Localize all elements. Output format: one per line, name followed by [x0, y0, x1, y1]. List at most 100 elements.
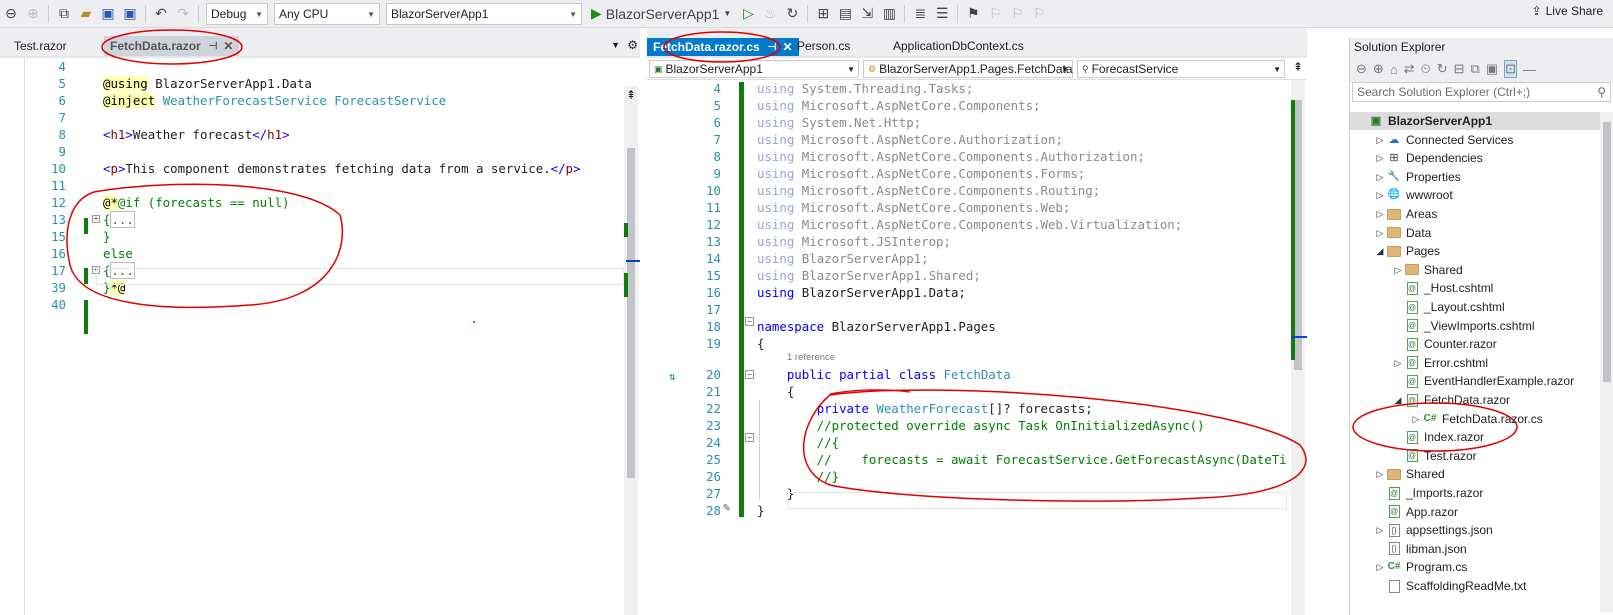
tree-item[interactable]: ScaffoldingReadMe.txt [1350, 577, 1600, 595]
back-icon[interactable]: ⊖ [2, 3, 20, 25]
home-icon[interactable]: ⌂ [1390, 62, 1398, 77]
collapsed-chevron-icon[interactable]: ▷ [1392, 261, 1404, 279]
compare-icon[interactable]: ▥ [880, 3, 898, 25]
left-vertical-scrollbar[interactable]: ⇞ ▼ [624, 86, 640, 615]
save-all-icon[interactable]: ▣ [121, 3, 139, 25]
bookmark-icon[interactable]: ⚑ [964, 3, 982, 25]
collapsed-chevron-icon[interactable]: ▷ [1374, 186, 1386, 204]
scrollbar-thumb[interactable] [627, 148, 635, 478]
tree-item[interactable]: ▣ BlazorServerApp1 [1350, 112, 1600, 130]
tree-item[interactable]: ▷ Data [1350, 224, 1600, 242]
tree-item[interactable]: @ Index.razor [1350, 428, 1600, 446]
collapse-all-icon[interactable]: ⊟ [1454, 61, 1465, 77]
collapsed-chevron-icon[interactable]: ▷ [1374, 131, 1386, 149]
save-icon[interactable]: ▣ [99, 3, 117, 25]
forward-icon[interactable]: ⊕ [24, 3, 42, 25]
split-icon[interactable]: ⇞ [626, 88, 636, 102]
pin-icon[interactable]: ⊣ [209, 41, 218, 52]
new-project-icon[interactable]: ⧉ [55, 3, 73, 25]
inheritance-icon[interactable]: ⇅ [669, 370, 676, 383]
step-icon[interactable]: ⇲ [858, 3, 876, 25]
properties-icon[interactable]: ▣ [1486, 61, 1498, 77]
tree-item[interactable]: ▷ C# FetchData.razor.cs [1350, 410, 1600, 428]
run-button[interactable]: ▶ BlazorServerApp1 ▼ [587, 3, 735, 25]
tree-item[interactable]: ▷ ☁ Connected Services [1350, 131, 1600, 149]
gear-icon[interactable]: ⚙ [627, 38, 638, 52]
startup-project-dropdown[interactable]: BlazorServerApp1 ▼ [386, 2, 582, 25]
redo-icon[interactable]: ↷ [174, 3, 192, 25]
more-icon[interactable]: — [1523, 62, 1536, 77]
right-code-area[interactable]: 4 using System.Threading.Tasks; 5 using Mic… [647, 80, 1291, 615]
collapsed-chevron-icon[interactable]: ▷ [1374, 149, 1386, 167]
tab-fetchdata-razor[interactable]: FetchData.razor ⊣ ✕ [104, 36, 240, 56]
browse-icon[interactable]: ⊞ [814, 3, 832, 25]
close-icon[interactable]: ✕ [223, 39, 233, 53]
copy-icon[interactable]: ⧉ [1471, 61, 1480, 77]
solution-explorer-scrollbar[interactable] [1600, 112, 1613, 612]
collapsed-chevron-icon[interactable]: ▷ [1392, 354, 1404, 372]
comment-icon[interactable]: ☰ [933, 3, 951, 25]
layout-icon[interactable]: ▤ [836, 3, 854, 25]
collapsed-chevron-icon[interactable]: ▷ [1374, 521, 1386, 539]
bookmark-prev-icon[interactable]: ⚐ [986, 3, 1004, 25]
bookmark-clear-icon[interactable]: ⚐ [1030, 3, 1048, 25]
expand-icon[interactable]: + [92, 215, 100, 223]
tree-item[interactable]: ▷ 🌐 wwwroot [1350, 186, 1600, 204]
back-icon[interactable]: ⊖ [1356, 61, 1367, 77]
platform-dropdown[interactable]: Any CPU ▼ [274, 2, 380, 25]
tree-item[interactable]: @ _ViewImports.cshtml [1350, 317, 1600, 335]
collapsed-chevron-icon[interactable]: ▷ [1374, 205, 1386, 223]
refresh-icon[interactable]: ↻ [783, 3, 801, 25]
tab-applicationdbcontext-cs[interactable]: ApplicationDbContext.cs [887, 36, 1030, 56]
codelens-references[interactable]: 1 reference [787, 352, 835, 364]
tab-person-cs[interactable]: Person.cs [791, 36, 856, 56]
switch-view-icon[interactable]: ⇄ [1404, 61, 1415, 77]
quick-action-icon[interactable]: ✎ [723, 500, 730, 514]
tree-item[interactable]: ▷{} appsettings.json [1350, 521, 1600, 539]
tree-item[interactable]: ▷ C# Program.cs [1350, 558, 1600, 576]
chevron-down-icon[interactable]: ▼ [611, 40, 620, 50]
tree-item[interactable]: @ Counter.razor [1350, 335, 1600, 353]
tree-item[interactable]: ▷ Shared [1350, 465, 1600, 483]
open-folder-icon[interactable]: ▰ [77, 3, 95, 25]
tab-test-razor[interactable]: Test.razor [8, 36, 73, 56]
member-nav-dropdown[interactable]: ⚲ ForecastService ▼ [1077, 60, 1285, 78]
scrollbar-thumb[interactable] [1294, 100, 1302, 370]
pin-icon[interactable]: ⊣ [768, 42, 777, 53]
live-share-button[interactable]: ⇪ Live Share [1532, 4, 1603, 18]
tree-item[interactable]: ◢ Pages [1350, 242, 1600, 260]
history-icon[interactable]: ⏲ [1421, 61, 1431, 77]
collapse-icon[interactable]: − [745, 433, 754, 442]
tab-fetchdata-razor-cs[interactable]: FetchData.razor.cs ⊣ ✕ [647, 38, 799, 56]
tree-item[interactable]: @ _Layout.cshtml [1350, 298, 1600, 316]
project-nav-dropdown[interactable]: ▣ BlazorServerApp1 ▼ [649, 60, 859, 78]
tree-item[interactable]: @ App.razor [1350, 503, 1600, 521]
tree-item[interactable]: @ _Host.cshtml [1350, 279, 1600, 297]
sync-icon[interactable]: ↻ [1437, 61, 1448, 77]
indent-icon[interactable]: ≣ [911, 3, 929, 25]
tree-item[interactable]: @ Test.razor [1350, 447, 1600, 465]
collapsed-chevron-icon[interactable]: ▷ [1374, 168, 1386, 186]
class-nav-dropdown[interactable]: ⚙ BlazorServerApp1.Pages.FetchData ▼ [863, 60, 1073, 78]
tree-item[interactable]: {} libman.json [1350, 540, 1600, 558]
tree-item[interactable]: ◢ @ FetchData.razor [1350, 391, 1600, 409]
tree-item[interactable]: @ _Imports.razor [1350, 484, 1600, 502]
expanded-chevron-icon[interactable]: ◢ [1392, 391, 1404, 409]
collapsed-chevron-icon[interactable]: ▷ [1374, 465, 1386, 483]
solution-explorer-search[interactable]: Search Solution Explorer (Ctrl+;) ⚲ [1352, 82, 1611, 102]
bookmark-next-icon[interactable]: ⚐ [1008, 3, 1026, 25]
tree-item[interactable]: ▷ 🔧 Properties [1350, 168, 1600, 186]
preview-icon[interactable]: ⊡ [1504, 60, 1518, 78]
forward-icon[interactable]: ⊕ [1373, 61, 1384, 77]
collapse-icon[interactable]: − [745, 370, 754, 379]
scrollbar-thumb[interactable] [1603, 122, 1611, 382]
tree-item[interactable]: ▷ @ Error.cshtml [1350, 354, 1600, 372]
left-code-area[interactable]: 4 5 @using BlazorServerApp1.Data 6 @inject W… [0, 58, 626, 615]
configuration-dropdown[interactable]: Debug ▼ [206, 2, 268, 25]
tree-item[interactable]: @ EventHandlerExample.razor [1350, 372, 1600, 390]
hot-reload-icon[interactable]: ♨ [761, 3, 779, 25]
collapsed-chevron-icon[interactable]: ▷ [1374, 224, 1386, 242]
undo-icon[interactable]: ↶ [152, 3, 170, 25]
tree-item[interactable]: ▷ Shared [1350, 261, 1600, 279]
tree-item[interactable]: ▷ Areas [1350, 205, 1600, 223]
